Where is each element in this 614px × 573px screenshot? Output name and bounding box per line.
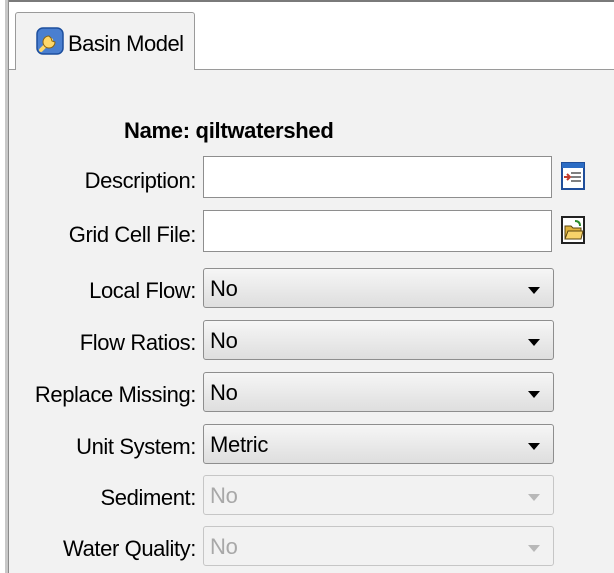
- description-field[interactable]: [203, 156, 552, 198]
- editor-icon[interactable]: [560, 160, 586, 192]
- water-quality-select: No: [203, 526, 554, 566]
- local-flow-value: No: [210, 276, 238, 301]
- chevron-down-icon: [528, 339, 540, 346]
- basin-name: Name: qiltwatershed: [124, 118, 334, 143]
- flow-ratios-value: No: [210, 328, 238, 353]
- water-quality-value: No: [210, 534, 238, 559]
- sediment-label: Sediment:: [100, 485, 197, 510]
- water-quality-label: Water Quality:: [63, 536, 196, 561]
- local-flow-label: Local Flow:: [89, 278, 196, 303]
- window-frame-top: [5, 0, 614, 10]
- chevron-down-icon: [528, 545, 540, 552]
- tab-label: Basin Model: [68, 31, 184, 56]
- grid-cell-file-field[interactable]: [203, 210, 552, 252]
- unit-system-label: Unit System:: [76, 434, 196, 459]
- local-flow-select[interactable]: No: [203, 268, 554, 308]
- chevron-down-icon: [528, 391, 540, 398]
- sediment-value: No: [210, 483, 238, 508]
- open-folder-icon[interactable]: [560, 214, 586, 246]
- description-label: Description:: [84, 168, 197, 193]
- tab-basin-model[interactable]: Basin Model: [15, 12, 195, 70]
- unit-system-value: Metric: [210, 432, 269, 457]
- replace-missing-select[interactable]: No: [203, 372, 554, 412]
- sediment-select: No: [203, 475, 554, 515]
- grid-cell-file-label: Grid Cell File:: [68, 222, 197, 247]
- chevron-down-icon: [528, 494, 540, 501]
- chevron-down-icon: [528, 287, 540, 294]
- flow-ratios-label: Flow Ratios:: [79, 330, 197, 355]
- wrench-basin-icon: [36, 27, 64, 55]
- replace-missing-label: Replace Missing:: [34, 382, 197, 407]
- flow-ratios-select[interactable]: No: [203, 320, 554, 360]
- replace-missing-value: No: [210, 380, 238, 405]
- unit-system-select[interactable]: Metric: [203, 424, 554, 464]
- chevron-down-icon: [528, 443, 540, 450]
